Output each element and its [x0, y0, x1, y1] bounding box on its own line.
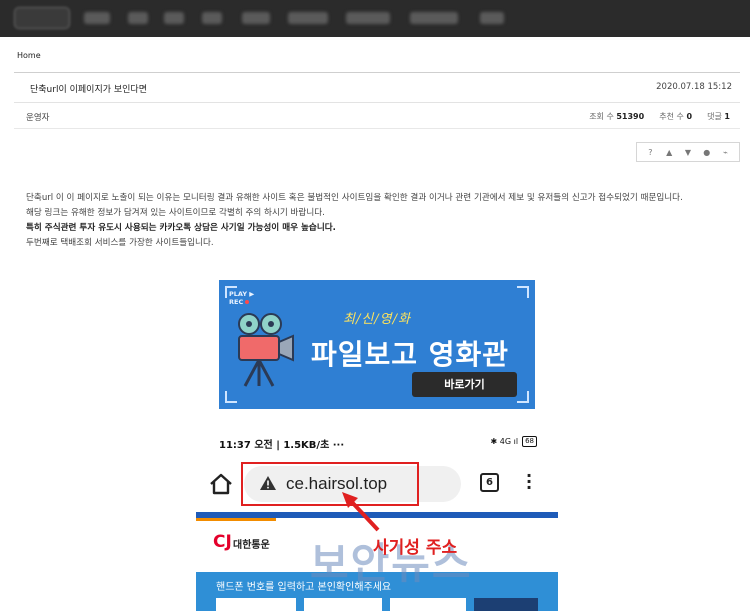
- play-label: PLAY ▶: [229, 290, 255, 298]
- site-logo[interactable]: [14, 7, 70, 29]
- nav-item-5[interactable]: [242, 12, 270, 24]
- banner-cursive-text: 최/신/영/화: [343, 312, 411, 327]
- nav-item-7[interactable]: [346, 12, 390, 24]
- phone-status-time: 11:37 오전 | 1.5KB/초 ···: [219, 440, 345, 451]
- arrow-down-icon[interactable]: ▼: [681, 148, 695, 157]
- rec-label: REC: [229, 298, 244, 306]
- phone-signal-icons: ✱ 4G ıl: [490, 437, 519, 446]
- nav-item-9[interactable]: [480, 12, 504, 24]
- banner-title: 파일보고 영화관: [311, 338, 510, 371]
- post-date: 2020.07.18 15:12: [656, 82, 732, 92]
- cj-logo: CJ: [213, 532, 232, 552]
- post-toolbox: ? ▲ ▼ ● ⌁: [636, 142, 740, 162]
- post-title-row: 단축url이 이페이지가 보인다면 2020.07.18 15:12: [14, 72, 740, 103]
- tab-count-button[interactable]: 6: [480, 473, 499, 492]
- comments-count: 1: [724, 112, 730, 121]
- post-title: 단축url이 이페이지가 보인다면: [30, 85, 147, 95]
- phone-field-2: [304, 598, 382, 611]
- breadcrumb[interactable]: Home: [17, 51, 41, 60]
- phone-status-bar: 11:37 오전 | 1.5KB/초 ··· ✱ 4G ıl 68: [219, 436, 537, 452]
- comments-label: 댓글: [707, 112, 722, 121]
- battery-icon: 68: [522, 436, 537, 447]
- nav-item-8[interactable]: [410, 12, 458, 24]
- post-meta-row: 운영자 조회 수 51390 추천 수 0 댓글 1: [14, 104, 740, 129]
- scam-address-label: 사기성 주소: [373, 538, 458, 558]
- phishing-submit-button: [474, 598, 538, 611]
- nav-item-4[interactable]: [202, 12, 222, 24]
- body-line-3: 특히 주식관련 투자 유도시 사용되는 카카오톡 상담은 사기일 가능성이 매우…: [26, 223, 336, 233]
- play-rec-label: PLAY ▶ REC: [229, 290, 254, 306]
- cj-logo-sub: 대한통운: [233, 540, 270, 551]
- phone-field-3: [390, 598, 466, 611]
- nav-item-3[interactable]: [164, 12, 184, 24]
- views-count: 51390: [616, 112, 645, 121]
- post-body: 단축url 이 이 페이지로 노출이 되는 이유는 모니터링 결과 유해한 사이…: [26, 191, 732, 251]
- clip-icon[interactable]: ⌁: [719, 148, 733, 157]
- question-icon[interactable]: ?: [643, 148, 657, 157]
- nav-item-1[interactable]: [84, 12, 110, 24]
- home-icon[interactable]: [208, 471, 234, 497]
- nav-item-2[interactable]: [128, 12, 148, 24]
- phone-field-1: [216, 598, 296, 611]
- banner-go-button[interactable]: 바로가기: [412, 372, 517, 397]
- body-line-2: 해당 링크는 유해한 정보가 담겨져 있는 사이트이므로 각별히 주의 하시기 …: [26, 208, 325, 218]
- post-stats: 조회 수 51390 추천 수 0 댓글 1: [589, 111, 730, 122]
- likes-count: 0: [686, 112, 693, 121]
- movie-ad-banner[interactable]: PLAY ▶ REC 최/신/영/화 파일보고 영화관 바로가기: [219, 280, 535, 409]
- body-line-4: 두번째로 택배조회 서비스를 가장한 사이트들입니다.: [26, 238, 214, 248]
- red-arrow-icon: [342, 492, 380, 532]
- arrow-up-icon[interactable]: ▲: [662, 148, 676, 157]
- likes-label: 추천 수: [659, 112, 684, 121]
- more-menu-icon[interactable]: · · ·: [526, 468, 532, 496]
- body-line-1: 단축url 이 이 페이지로 노출이 되는 이유는 모니터링 결과 유해한 사이…: [26, 193, 683, 203]
- views-label: 조회 수: [589, 112, 614, 121]
- nav-item-6[interactable]: [288, 12, 328, 24]
- top-navigation-bar: [0, 0, 750, 37]
- projector-icon: [238, 313, 294, 387]
- post-author[interactable]: 운영자: [26, 111, 49, 123]
- comment-icon[interactable]: ●: [700, 148, 714, 157]
